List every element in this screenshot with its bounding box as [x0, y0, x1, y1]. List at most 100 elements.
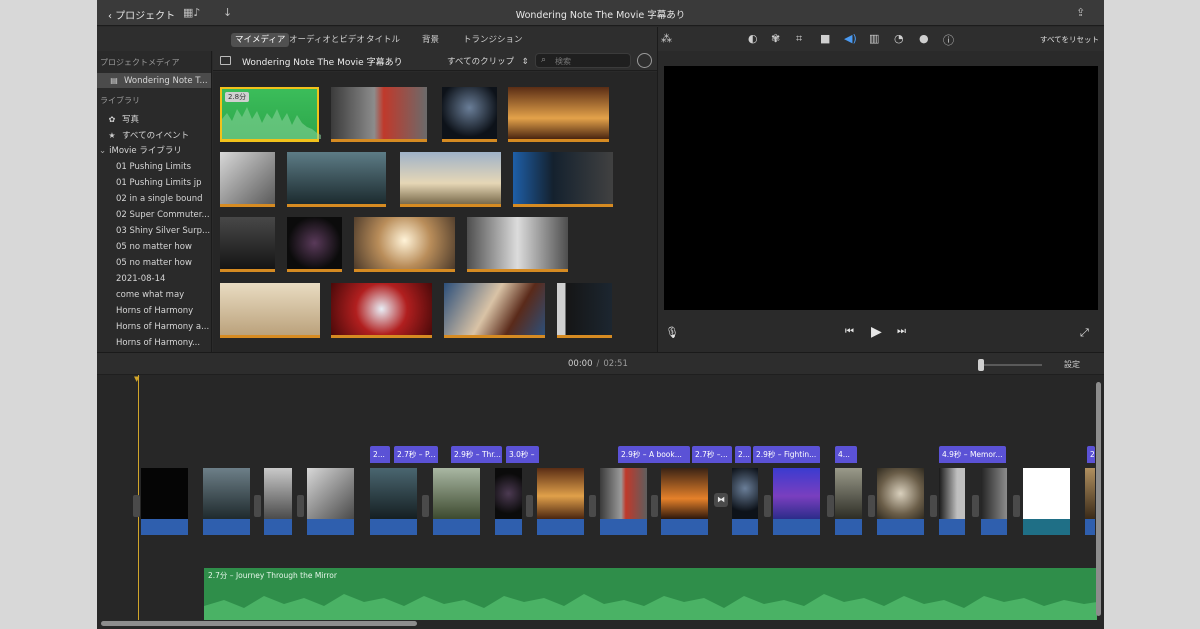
clip-title-label[interactable]: 2...: [735, 446, 751, 463]
timeline-clip[interactable]: [732, 468, 758, 535]
timeline-clip[interactable]: [537, 468, 584, 535]
color-correction-icon[interactable]: ✾: [771, 32, 780, 45]
media-thumbnail[interactable]: [442, 87, 497, 142]
sidebar-item-library[interactable]: ⌄ iMovie ライブラリ: [97, 144, 211, 159]
transition-handle[interactable]: [868, 495, 875, 517]
sidebar-item-event[interactable]: 2021-08-14: [97, 272, 211, 287]
sidebar-item-event[interactable]: 05 no matter how: [97, 256, 211, 271]
zoom-slider-knob[interactable]: [978, 359, 984, 371]
clip-title-label[interactable]: 2.7秒 –...: [692, 446, 732, 463]
share-icon[interactable]: ⇪: [1076, 6, 1085, 19]
sidebar-item-event[interactable]: 02 in a single bound: [97, 192, 211, 207]
timeline-horizontal-scrollbar[interactable]: [101, 621, 417, 626]
timeline-clip[interactable]: [877, 468, 924, 535]
clip-title-label[interactable]: 2.9秒 – Fightin...: [753, 446, 820, 463]
sidebar-item-event[interactable]: 01 Pushing Limits jp: [97, 176, 211, 191]
skip-back-icon[interactable]: ⏮: [845, 326, 854, 337]
timeline-clip[interactable]: [203, 468, 250, 535]
media-thumbnail[interactable]: [220, 283, 320, 338]
media-thumbnail[interactable]: [287, 152, 386, 207]
transition-handle[interactable]: [827, 495, 834, 517]
sidebar-item-event[interactable]: 02 Super Commuter...: [97, 208, 211, 223]
equalizer-icon[interactable]: ▥: [869, 32, 879, 45]
sidebar-item-event[interactable]: Horns of Harmony...: [97, 336, 211, 351]
tab-backgrounds[interactable]: 背景: [418, 33, 443, 47]
timeline-clip[interactable]: [773, 468, 820, 535]
media-thumbnail[interactable]: [513, 152, 613, 207]
media-thumbnail[interactable]: [220, 217, 275, 272]
sidebar-item-event[interactable]: 01 Pushing Limits: [97, 160, 211, 175]
sidebar-item-all-events[interactable]: ★ すべてのイベント: [97, 128, 211, 143]
tab-transitions[interactable]: トランジション: [459, 33, 527, 47]
transition-handle[interactable]: [297, 495, 304, 517]
zoom-slider-track[interactable]: [982, 364, 1042, 366]
speed-icon[interactable]: ◔: [894, 32, 904, 45]
preview-screen[interactable]: [664, 66, 1098, 310]
clip-title-label[interactable]: 3.0秒 –: [506, 446, 539, 463]
clip-filter-icon[interactable]: ●: [919, 32, 929, 45]
media-thumbnail[interactable]: [354, 217, 455, 272]
reset-all-button[interactable]: すべてをリセット: [1040, 34, 1099, 45]
clip-title-label[interactable]: 2: [1087, 446, 1095, 463]
transition-handle[interactable]: [254, 495, 261, 517]
clip-title-label[interactable]: 2...: [370, 446, 390, 463]
transition-handle[interactable]: [972, 495, 979, 517]
clip-title-label[interactable]: 2.9秒 – A book...: [618, 446, 690, 463]
stabilization-icon[interactable]: ■: [820, 32, 830, 45]
tab-my-media[interactable]: マイメディア: [231, 33, 290, 47]
sidebar-item-project[interactable]: ▤ Wondering Note T...: [97, 73, 211, 88]
search-field[interactable]: ⌕ 検索: [535, 53, 631, 68]
media-thumbnail[interactable]: [508, 87, 609, 142]
tab-audio-video[interactable]: オーディオとビデオ: [285, 33, 369, 47]
timeline-clip[interactable]: [939, 468, 965, 535]
timeline-clip[interactable]: [433, 468, 480, 535]
timeline-clip[interactable]: [661, 468, 708, 535]
timeline-vertical-scrollbar[interactable]: [1096, 382, 1101, 616]
sidebar-item-event[interactable]: Horns of Harmony: [97, 304, 211, 319]
color-balance-icon[interactable]: ◐: [748, 32, 758, 45]
timeline-clip[interactable]: [307, 468, 354, 535]
transition-handle[interactable]: [930, 495, 937, 517]
timeline-clip[interactable]: [495, 468, 522, 535]
timeline-clip[interactable]: [981, 468, 1007, 535]
tab-titles[interactable]: タイトル: [362, 33, 404, 47]
media-thumbnail[interactable]: [400, 152, 501, 207]
transition-handle[interactable]: [133, 495, 140, 517]
fullscreen-icon[interactable]: ⤢: [1080, 326, 1089, 340]
sidebar-item-event[interactable]: 05 no matter how: [97, 240, 211, 255]
transition-handle[interactable]: [764, 495, 771, 517]
clip-title-label[interactable]: 2.7秒 – P...: [394, 446, 438, 463]
timeline-clip[interactable]: [1085, 468, 1095, 535]
clip-title-label[interactable]: 4...: [835, 446, 857, 463]
sidebar-item-photos[interactable]: ✿ 写真: [97, 112, 211, 127]
transition-handle[interactable]: [589, 495, 596, 517]
clip-title-label[interactable]: 2.9秒 – Thr...: [451, 446, 502, 463]
background-music-track[interactable]: 2.7分 – Journey Through the Mirror: [204, 568, 1097, 620]
timeline-clip[interactable]: [141, 468, 188, 535]
timeline-clip[interactable]: [1023, 468, 1070, 535]
timeline-clip[interactable]: [600, 468, 647, 535]
sidebar-item-event[interactable]: Horns of Harmony a...: [97, 320, 211, 335]
volume-icon[interactable]: ◀): [844, 32, 857, 45]
playhead-marker-icon[interactable]: ▼: [134, 375, 143, 383]
skip-forward-icon[interactable]: ⏭: [897, 326, 906, 337]
media-thumbnail[interactable]: [287, 217, 342, 272]
clip-filter-select[interactable]: すべてのクリップ ⇕: [447, 55, 529, 67]
sidebar-item-event[interactable]: come what may: [97, 288, 211, 303]
play-icon[interactable]: ▶: [871, 324, 882, 340]
transition-handle[interactable]: [1013, 495, 1020, 517]
media-thumbnail[interactable]: 2.8分: [220, 87, 321, 142]
timeline-clip[interactable]: [370, 468, 417, 535]
clip-title-label[interactable]: 4.9秒 – Memor...: [939, 446, 1006, 463]
transition-handle[interactable]: [651, 495, 658, 517]
timeline-settings-button[interactable]: 設定: [1064, 359, 1080, 370]
sidebar-item-event[interactable]: 03 Shiny Silver Surp...: [97, 224, 211, 239]
magic-wand-icon[interactable]: ⁂: [661, 32, 672, 45]
media-thumbnail[interactable]: [467, 217, 568, 272]
microphone-icon[interactable]: 🎙: [665, 326, 679, 339]
timeline[interactable]: ▼ 2... 2.7秒 – P... 2.9秒 – Thr... 3.0秒 – …: [97, 375, 1104, 629]
media-thumbnail[interactable]: [331, 283, 432, 338]
transition-icon[interactable]: ⧓: [714, 493, 728, 507]
browser-settings-icon[interactable]: [637, 53, 652, 68]
media-thumbnail[interactable]: [331, 87, 427, 142]
